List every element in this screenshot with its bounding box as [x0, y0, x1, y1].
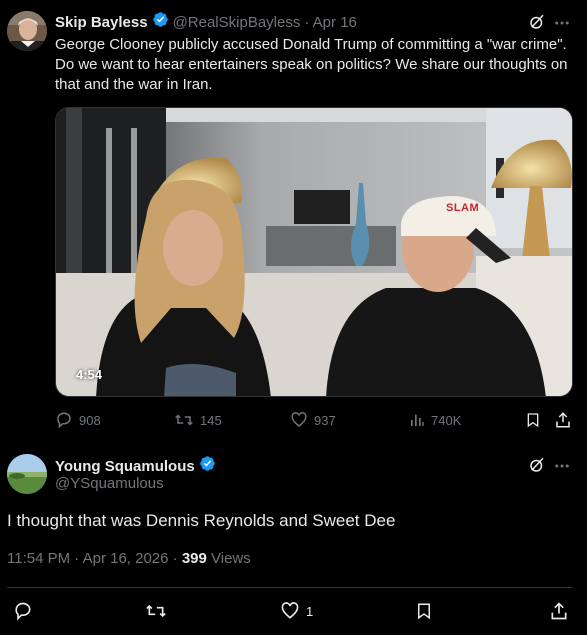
share-button[interactable] [554, 411, 572, 434]
repost-count: 145 [200, 412, 222, 428]
divider [7, 587, 573, 588]
parent-author-name[interactable]: Skip Bayless [55, 14, 148, 31]
video-player[interactable]: SLAM [55, 107, 573, 397]
reply-like-button[interactable]: 1 [280, 601, 313, 621]
share-icon [556, 412, 570, 428]
parent-date[interactable]: · Apr 16 [304, 14, 357, 31]
reply-handle[interactable]: @YSquamulous [55, 475, 164, 492]
reply-icon [57, 412, 71, 429]
reply-bookmark-button[interactable] [415, 601, 433, 626]
grok-icon[interactable] [528, 13, 546, 36]
cap-logo-text: SLAM [446, 202, 480, 214]
video-duration: 4:54 [76, 367, 103, 382]
more-icon[interactable] [553, 457, 571, 480]
reply-share-button[interactable] [549, 601, 569, 626]
video-thumbnail [56, 108, 572, 396]
reply-button[interactable]: 908 [55, 411, 101, 429]
parent-handle[interactable]: @RealSkipBayless [173, 14, 301, 31]
verified-icon [152, 11, 169, 33]
views-button[interactable]: 740K [409, 411, 461, 429]
views-icon [411, 414, 424, 426]
reply-views-count: 399 [181, 550, 207, 567]
share-icon [551, 602, 567, 620]
bookmark-icon [418, 603, 430, 620]
bookmark-icon [527, 413, 539, 428]
like-icon [291, 412, 307, 427]
reply-icon [15, 602, 31, 621]
reply-avatar-image [7, 454, 47, 494]
reply-reply-button[interactable] [13, 601, 33, 626]
reply-author-name[interactable]: Young Squamulous [55, 458, 195, 475]
repost-button[interactable]: 145 [174, 411, 222, 429]
more-icon[interactable] [553, 14, 571, 37]
like-count: 937 [314, 412, 336, 428]
like-button[interactable]: 937 [290, 411, 336, 429]
repost-icon [146, 604, 166, 618]
parent-tweet-text: George Clooney publicly accused Donald T… [55, 36, 568, 93]
bookmark-button[interactable] [525, 411, 541, 434]
reply-meta: 11:54 PM · Apr 16, 2026 · 399 Views [7, 550, 251, 567]
reply-timestamp[interactable]: 11:54 PM · Apr 16, 2026 · [7, 550, 182, 567]
reply-like-count: 1 [306, 603, 314, 619]
views-count: 740K [431, 412, 462, 428]
grok-icon[interactable] [528, 456, 546, 479]
reply-count: 908 [79, 412, 101, 428]
like-icon [281, 602, 299, 619]
verified-icon [199, 455, 216, 477]
repost-icon [175, 414, 193, 426]
reply-views-label: Views [206, 550, 251, 567]
reply-tweet-text: I thought that was Dennis Reynolds and S… [7, 511, 396, 530]
parent-avatar-image [7, 11, 47, 51]
parent-avatar[interactable] [7, 11, 47, 51]
reply-avatar[interactable] [7, 454, 47, 494]
reply-repost-button[interactable] [145, 601, 167, 626]
